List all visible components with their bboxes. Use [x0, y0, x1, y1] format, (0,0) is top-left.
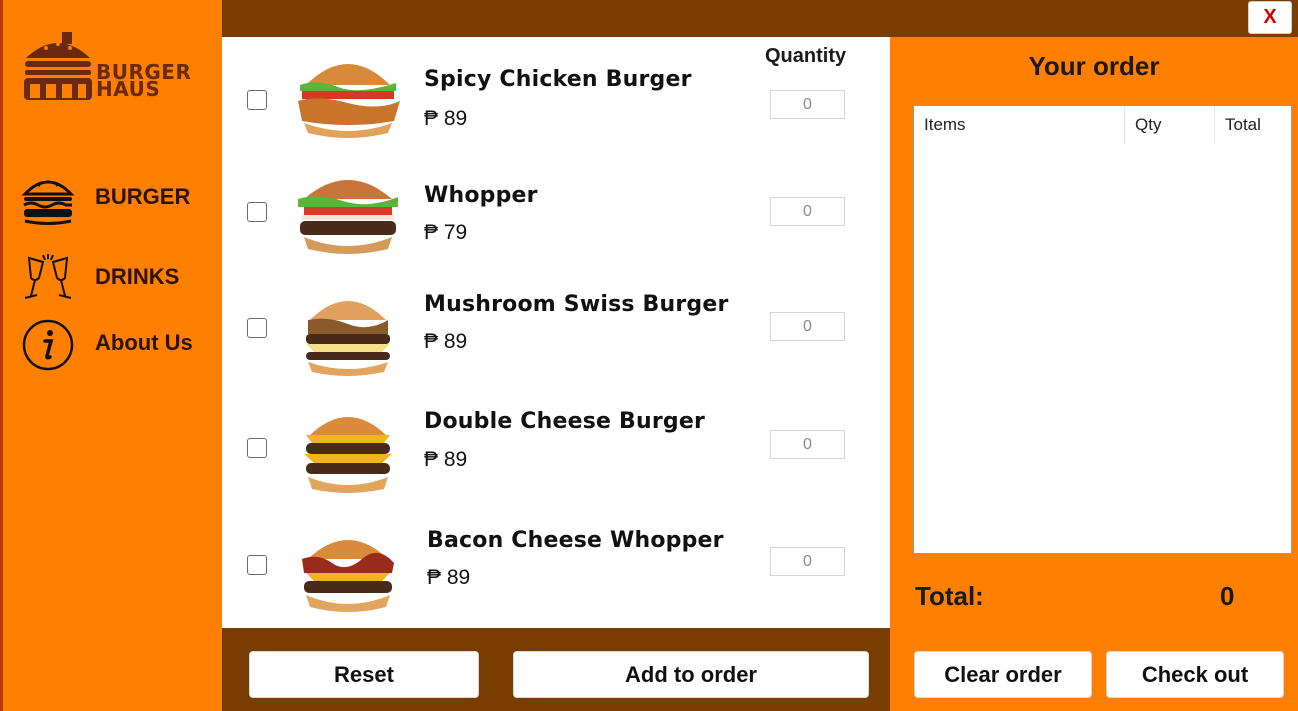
sidebar-item-burger[interactable]: BURGER: [21, 172, 211, 228]
sidebar-item-label: About Us: [95, 330, 193, 355]
title-bar: [222, 0, 1298, 37]
item-price: ₱ 89: [424, 330, 468, 353]
whopper-image: [298, 180, 398, 254]
quantity-input[interactable]: 0: [770, 197, 845, 226]
menu-item: Spicy Chicken Burger ₱ 89 0: [222, 45, 890, 155]
brand-logo: BURGER HAUS: [22, 30, 202, 110]
column-header-qty[interactable]: Qty: [1135, 106, 1161, 144]
item-checkbox[interactable]: [247, 90, 267, 110]
item-name: Whopper: [424, 183, 538, 208]
item-name: Double Cheese Burger: [424, 409, 706, 434]
item-name: Spicy Chicken Burger: [424, 67, 692, 92]
column-header-items[interactable]: Items: [924, 106, 966, 144]
total-label: Total:: [915, 581, 984, 611]
info-icon: [22, 319, 74, 371]
column-header-total[interactable]: Total: [1225, 106, 1261, 144]
bacon-cheese-whopper-image: [302, 540, 394, 612]
total-value: 0: [1220, 581, 1235, 611]
sidebar-item-drinks[interactable]: DRINKS: [21, 252, 211, 308]
drinks-icon: [24, 254, 72, 299]
quantity-input[interactable]: 0: [770, 312, 845, 341]
order-title: Your order: [1028, 51, 1160, 81]
sidebar-item-label: BURGER: [95, 184, 191, 209]
item-checkbox[interactable]: [247, 555, 267, 575]
close-button[interactable]: X: [1248, 1, 1292, 34]
column-divider: [1214, 106, 1215, 144]
order-panel: Your order Items Qty Total Total: 0 Clea…: [890, 37, 1298, 711]
menu-item: Whopper ₱ 79 0: [222, 161, 890, 271]
item-name: Bacon Cheese Whopper: [427, 528, 724, 553]
burger-haus-logo-icon: [24, 32, 92, 100]
reset-button[interactable]: Reset: [249, 651, 479, 698]
clear-order-button[interactable]: Clear order: [914, 651, 1092, 698]
order-table[interactable]: Items Qty Total: [913, 105, 1292, 554]
menu-list: Quantity Spicy Chicken Burger ₱ 89 0 Who…: [222, 37, 890, 628]
menu-item: Bacon Cheese Whopper ₱ 89 0: [222, 513, 890, 623]
quantity-input[interactable]: 0: [770, 90, 845, 119]
sidebar-item-about-us[interactable]: About Us: [21, 318, 211, 374]
item-price: ₱ 89: [427, 566, 471, 589]
sidebar: BURGER HAUS BURGER DRINKS About Us: [3, 0, 222, 711]
item-price: ₱ 89: [424, 448, 468, 471]
quantity-input[interactable]: 0: [770, 430, 845, 459]
checkout-button[interactable]: Check out: [1106, 651, 1284, 698]
menu-item: Mushroom Swiss Burger ₱ 89 0: [222, 280, 890, 390]
sidebar-item-label: DRINKS: [95, 264, 180, 289]
spicy-chicken-burger-image: [298, 64, 400, 138]
brand-name: BURGER HAUS: [96, 62, 191, 99]
double-cheese-burger-image: [304, 417, 392, 493]
item-price: ₱ 79: [424, 221, 468, 244]
menu-footer: Reset Add to order: [222, 628, 890, 711]
item-name: Mushroom Swiss Burger: [424, 292, 729, 317]
item-price: ₱ 89: [424, 107, 468, 130]
add-to-order-button[interactable]: Add to order: [513, 651, 869, 698]
item-checkbox[interactable]: [247, 202, 267, 222]
item-checkbox[interactable]: [247, 318, 267, 338]
column-divider: [1124, 106, 1125, 144]
mushroom-swiss-burger-image: [306, 301, 390, 376]
menu-item: Double Cheese Burger ₱ 89 0: [222, 397, 890, 507]
burger-icon: [21, 180, 75, 225]
item-checkbox[interactable]: [247, 438, 267, 458]
quantity-input[interactable]: 0: [770, 547, 845, 576]
